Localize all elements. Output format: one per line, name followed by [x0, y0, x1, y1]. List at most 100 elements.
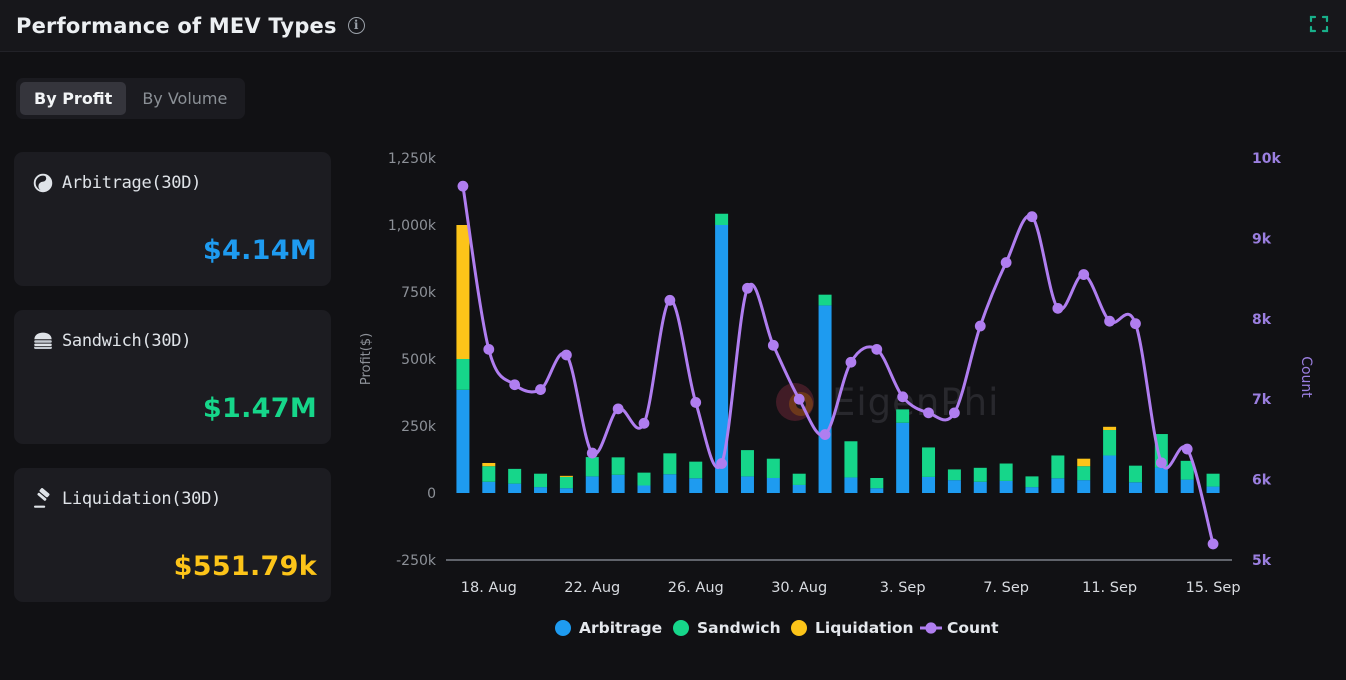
count-point[interactable]	[1130, 318, 1141, 329]
count-point[interactable]	[923, 407, 934, 418]
bar-segment-arbitrage[interactable]	[508, 484, 521, 493]
bar-segment-sandwich[interactable]	[586, 457, 599, 476]
bar-group[interactable]	[689, 462, 702, 493]
bar-group[interactable]	[1051, 455, 1064, 493]
bar-group[interactable]	[870, 478, 883, 493]
count-point[interactable]	[587, 448, 598, 459]
info-icon[interactable]: i	[348, 17, 365, 34]
count-point[interactable]	[820, 429, 831, 440]
bar-group[interactable]	[896, 409, 909, 493]
count-point[interactable]	[1156, 457, 1167, 468]
bar-segment-sandwich[interactable]	[1129, 466, 1142, 483]
bar-segment-arbitrage[interactable]	[870, 488, 883, 493]
count-point[interactable]	[1182, 444, 1193, 455]
count-point[interactable]	[975, 321, 986, 332]
bar-segment-arbitrage[interactable]	[612, 475, 625, 493]
bar-segment-arbitrage[interactable]	[896, 423, 909, 493]
stat-card-arbitrage[interactable]: Arbitrage(30D) $4.14M	[14, 152, 331, 286]
bar-group[interactable]	[974, 468, 987, 493]
bar-segment-sandwich[interactable]	[819, 295, 832, 306]
count-point[interactable]	[742, 283, 753, 294]
legend-item-liquidation[interactable]: Liquidation	[791, 619, 914, 637]
bar-segment-sandwich[interactable]	[638, 473, 651, 486]
legend-item-arbitrage[interactable]: Arbitrage	[555, 619, 662, 637]
bar-segment-arbitrage[interactable]	[819, 305, 832, 493]
bar-segment-sandwich[interactable]	[560, 477, 573, 488]
bar-segment-arbitrage[interactable]	[638, 485, 651, 493]
bar-group[interactable]	[1181, 461, 1194, 493]
bar-group[interactable]	[456, 225, 469, 493]
bar-group[interactable]	[586, 457, 599, 493]
bar-segment-liquidation[interactable]	[456, 225, 469, 359]
bar-segment-sandwich[interactable]	[689, 462, 702, 479]
count-point[interactable]	[458, 181, 469, 192]
stat-card-liquidation[interactable]: Liquidation(30D) $551.79k	[14, 468, 331, 602]
bar-segment-arbitrage[interactable]	[1155, 468, 1168, 493]
bar-group[interactable]	[793, 474, 806, 493]
bar-segment-sandwich[interactable]	[456, 359, 469, 390]
bar-group[interactable]	[1129, 466, 1142, 493]
count-point[interactable]	[483, 344, 494, 355]
count-line[interactable]	[463, 186, 1213, 544]
count-point[interactable]	[664, 295, 675, 306]
bar-segment-sandwich[interactable]	[1103, 430, 1116, 455]
bar-segment-arbitrage[interactable]	[1129, 482, 1142, 493]
bar-group[interactable]	[1077, 459, 1090, 493]
count-point[interactable]	[1208, 539, 1219, 550]
bar-group[interactable]	[767, 459, 780, 493]
bar-group[interactable]	[482, 463, 495, 493]
bar-segment-sandwich[interactable]	[1051, 455, 1064, 478]
count-point[interactable]	[639, 418, 650, 429]
bar-segment-sandwich[interactable]	[922, 447, 935, 476]
count-point[interactable]	[509, 379, 520, 390]
bar-group[interactable]	[638, 473, 651, 493]
bar-segment-arbitrage[interactable]	[948, 480, 961, 493]
bar-group[interactable]	[1000, 464, 1013, 493]
bar-segment-sandwich[interactable]	[508, 469, 521, 484]
bar-segment-arbitrage[interactable]	[534, 487, 547, 493]
bar-segment-arbitrage[interactable]	[1000, 481, 1013, 493]
count-point[interactable]	[1078, 269, 1089, 280]
count-point[interactable]	[535, 384, 546, 395]
bar-segment-sandwich[interactable]	[793, 474, 806, 485]
legend-item-sandwich[interactable]: Sandwich	[673, 619, 781, 637]
bar-group[interactable]	[560, 476, 573, 493]
bar-segment-sandwich[interactable]	[948, 469, 961, 480]
bar-segment-arbitrage[interactable]	[456, 390, 469, 493]
bar-segment-sandwich[interactable]	[1000, 464, 1013, 481]
count-point[interactable]	[561, 350, 572, 361]
count-point[interactable]	[716, 458, 727, 469]
bar-segment-liquidation[interactable]	[1103, 427, 1116, 430]
legend-item-count[interactable]: Count	[920, 619, 999, 637]
bar-segment-arbitrage[interactable]	[560, 488, 573, 493]
bar-segment-arbitrage[interactable]	[1051, 478, 1064, 493]
count-point[interactable]	[768, 340, 779, 351]
bar-group[interactable]	[1103, 427, 1116, 493]
count-point[interactable]	[871, 344, 882, 355]
bar-segment-arbitrage[interactable]	[663, 474, 676, 493]
stat-card-sandwich[interactable]: Sandwich(30D) $1.47M	[14, 310, 331, 444]
bar-group[interactable]	[844, 441, 857, 493]
bar-group[interactable]	[819, 295, 832, 493]
bar-segment-arbitrage[interactable]	[1181, 480, 1194, 493]
bar-segment-sandwich[interactable]	[870, 478, 883, 488]
bar-segment-sandwich[interactable]	[612, 457, 625, 474]
chart-canvas[interactable]: 1,250k1,000k750k500k250k0-250kProfit($)1…	[340, 130, 1346, 670]
bar-segment-sandwich[interactable]	[715, 214, 728, 225]
bar-segment-arbitrage[interactable]	[586, 476, 599, 493]
bar-group[interactable]	[741, 450, 754, 493]
bar-segment-arbitrage[interactable]	[741, 476, 754, 493]
bar-segment-sandwich[interactable]	[482, 466, 495, 482]
bar-group[interactable]	[1026, 476, 1039, 493]
bar-segment-arbitrage[interactable]	[689, 478, 702, 493]
bar-segment-arbitrage[interactable]	[1207, 487, 1220, 493]
bar-segment-sandwich[interactable]	[534, 474, 547, 487]
bar-segment-arbitrage[interactable]	[844, 477, 857, 493]
bar-group[interactable]	[948, 469, 961, 493]
bar-segment-arbitrage[interactable]	[1026, 487, 1039, 493]
count-point[interactable]	[690, 397, 701, 408]
bar-segment-arbitrage[interactable]	[482, 482, 495, 493]
bar-group[interactable]	[922, 447, 935, 493]
count-point[interactable]	[1052, 303, 1063, 314]
bar-segment-sandwich[interactable]	[1207, 474, 1220, 487]
